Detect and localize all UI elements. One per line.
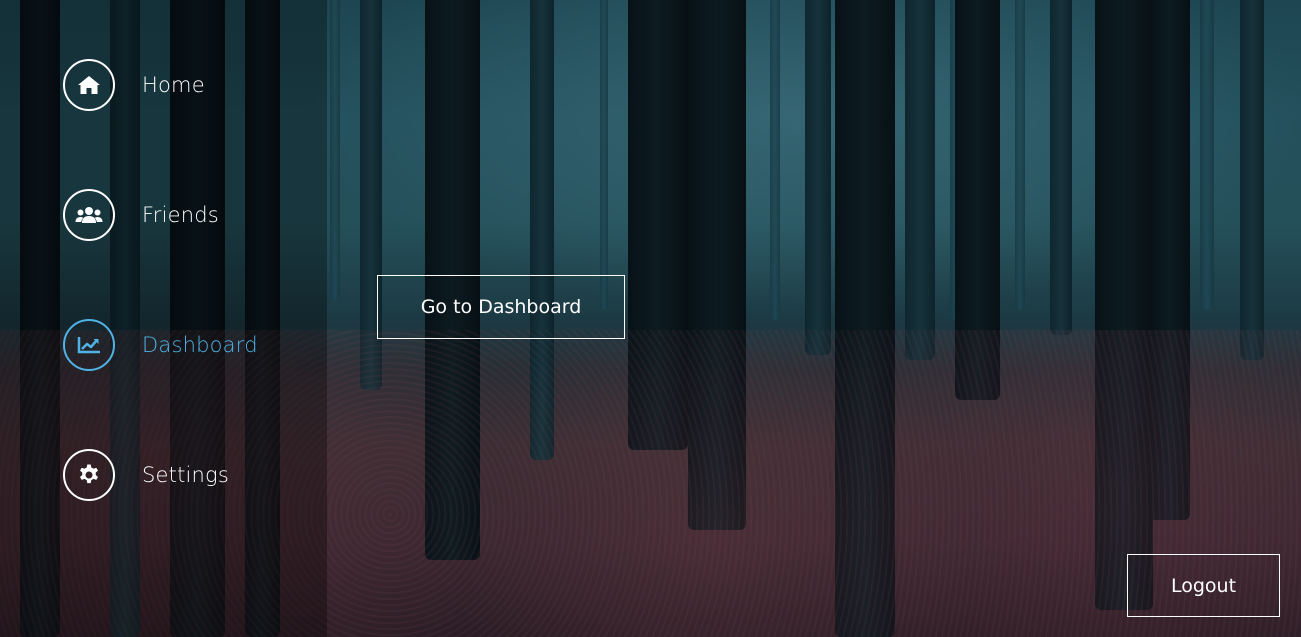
- tree-trunk: [805, 0, 831, 355]
- sidebar-item-home[interactable]: Home: [63, 57, 205, 113]
- home-icon: [63, 59, 115, 111]
- sidebar: Home Friends Dashboard Settings: [0, 0, 327, 637]
- sidebar-item-label: Dashboard: [142, 333, 258, 357]
- sidebar-item-label: Home: [142, 73, 205, 97]
- gear-icon: [63, 449, 115, 501]
- sidebar-item-label: Settings: [142, 463, 230, 487]
- tree-trunk: [1050, 0, 1072, 335]
- sidebar-item-label: Friends: [142, 203, 219, 227]
- tree-trunk: [1240, 0, 1264, 360]
- tree-trunk: [1200, 0, 1214, 310]
- tree-trunk: [1015, 0, 1025, 310]
- sidebar-item-friends[interactable]: Friends: [63, 187, 219, 243]
- tree-trunk: [600, 0, 608, 310]
- logout-button[interactable]: Logout: [1127, 554, 1280, 617]
- tree-trunk: [628, 0, 688, 450]
- tree-trunk: [770, 0, 780, 320]
- sidebar-item-dashboard[interactable]: Dashboard: [63, 317, 258, 373]
- tree-trunk: [1095, 0, 1153, 610]
- users-icon: [63, 189, 115, 241]
- tree-trunk: [530, 0, 554, 460]
- tree-trunk: [330, 0, 340, 300]
- tree-trunk: [835, 0, 895, 637]
- tree-trunk: [1150, 0, 1190, 520]
- sidebar-item-settings[interactable]: Settings: [63, 447, 229, 503]
- tree-trunk: [905, 0, 935, 360]
- app-background: Home Friends Dashboard Settings Go to Da…: [0, 0, 1301, 637]
- go-to-dashboard-button[interactable]: Go to Dashboard: [377, 275, 625, 339]
- tree-trunk: [688, 0, 746, 530]
- tree-trunk: [955, 0, 1000, 400]
- chart-line-icon: [63, 319, 115, 371]
